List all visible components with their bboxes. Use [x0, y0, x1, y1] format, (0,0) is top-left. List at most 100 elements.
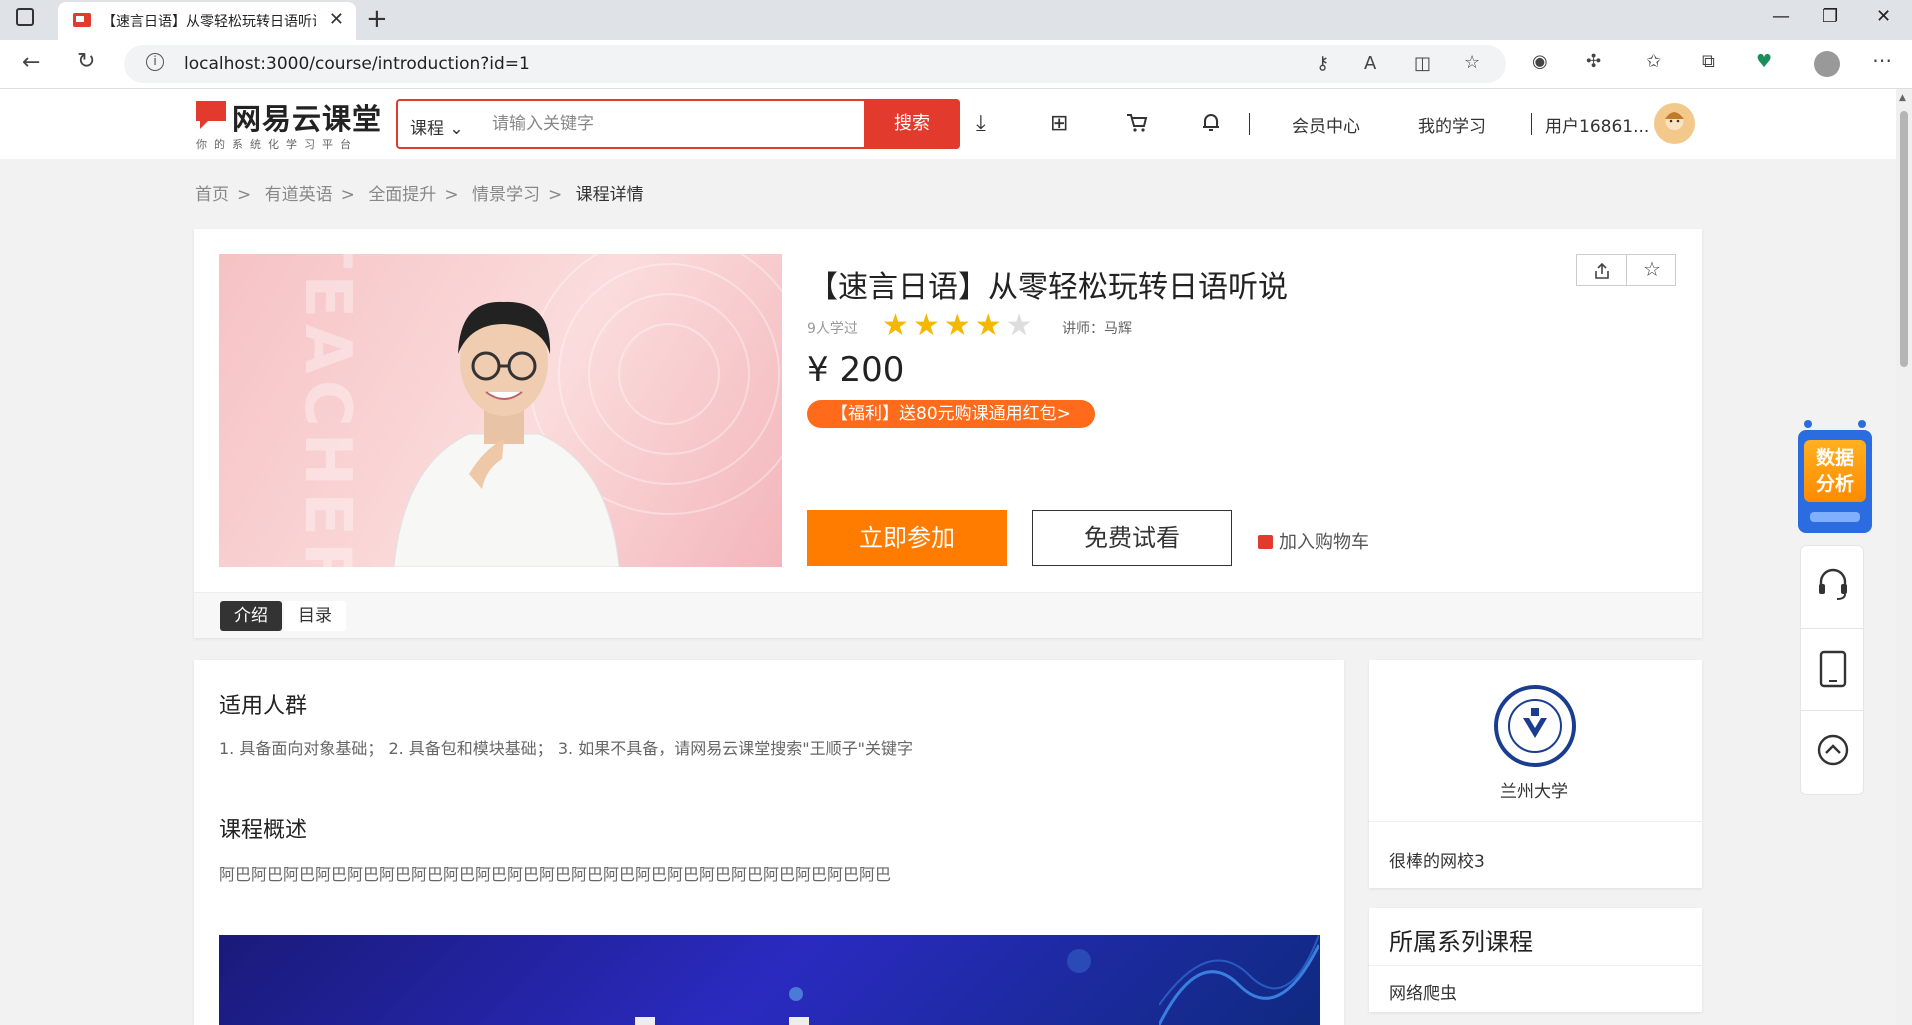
- back-to-top-icon[interactable]: [1817, 734, 1849, 766]
- overview-text: 阿巴阿巴阿巴阿巴阿巴阿巴阿巴阿巴阿巴阿巴阿巴阿巴阿巴阿巴阿巴阿巴阿巴阿巴阿巴阿巴…: [219, 865, 892, 884]
- tab-actions-icon[interactable]: [16, 8, 34, 26]
- split-screen-icon[interactable]: ◫: [1414, 53, 1431, 74]
- username-link[interactable]: 用户16861...: [1545, 112, 1649, 137]
- course-banner-image: [219, 935, 1320, 1025]
- divider: [1801, 710, 1863, 711]
- breadcrumb: 首页 > 有道英语 > 全面提升 > 情景学习 > 课程详情: [195, 180, 652, 205]
- teacher-portrait: [393, 301, 620, 567]
- search-box: 课程 ⌄ 搜索: [396, 99, 960, 149]
- cover-watermark: TEACHER: [290, 254, 365, 567]
- free-trial-button[interactable]: 免费试看: [1032, 510, 1232, 566]
- back-icon[interactable]: ←: [22, 50, 40, 75]
- read-aloud-icon[interactable]: A: [1364, 53, 1376, 74]
- rating-stars: ★★★★★: [882, 308, 1037, 343]
- tab-catalog[interactable]: 目录: [284, 601, 346, 631]
- add-to-cart-button[interactable]: 加入购物车: [1258, 528, 1369, 554]
- learned-count: 9人学过: [807, 321, 858, 337]
- star-icon: ★: [974, 308, 1006, 343]
- course-price: ¥ 200: [807, 350, 905, 390]
- antenna-decor: [1804, 420, 1812, 428]
- heartbeat-icon[interactable]: ♥: [1756, 51, 1772, 72]
- search-button[interactable]: 搜索: [864, 99, 960, 149]
- search-input[interactable]: [492, 110, 852, 138]
- address-bar[interactable]: i localhost:3000/course/introduction?id=…: [124, 45, 1506, 83]
- site-logo[interactable]: 网易云课堂: [232, 96, 382, 138]
- extension-icon[interactable]: ◉: [1532, 51, 1548, 72]
- browser-tab-strip: 【速言日语】从零轻松玩转日语听说 ✕ + — ❐ ✕: [0, 0, 1912, 40]
- breadcrumb-separator: >: [237, 185, 252, 205]
- breadcrumb-item[interactable]: 情景学习: [472, 185, 540, 205]
- data-analysis-widget[interactable]: 数据分析: [1798, 420, 1872, 533]
- breadcrumb-item[interactable]: 首页: [195, 185, 229, 205]
- breadcrumb-current: 课程详情: [575, 185, 644, 205]
- course-cover-image[interactable]: TEACHER: [219, 254, 782, 567]
- favorites-icon[interactable]: ✩: [1646, 51, 1661, 72]
- scrollbar-thumb[interactable]: [1900, 111, 1908, 367]
- overview-heading: 课程概述: [219, 818, 308, 843]
- university-emblem-icon[interactable]: [1493, 684, 1577, 768]
- cart-icon[interactable]: [1126, 113, 1148, 133]
- promo-badge[interactable]: 【福利】送80元购课通用红包>: [807, 400, 1095, 428]
- star-icon: ★: [882, 308, 913, 343]
- data-analysis-label: 数据分析: [1815, 447, 1854, 495]
- gift-icon[interactable]: ⊞: [1050, 111, 1068, 136]
- site-header: 网易云课堂 你的系统化学习平台 课程 ⌄ 搜索 ⤓ ⊞ 会员中心 我的学习 用户…: [0, 89, 1896, 159]
- series-heading: 所属系列课程: [1389, 928, 1533, 956]
- close-tab-icon[interactable]: ✕: [329, 9, 344, 30]
- breadcrumb-item[interactable]: 全面提升: [368, 185, 436, 205]
- minimize-icon[interactable]: —: [1772, 6, 1790, 27]
- key-icon[interactable]: ⚷: [1316, 53, 1329, 74]
- breadcrumb-separator: >: [444, 185, 459, 205]
- new-tab-icon[interactable]: +: [366, 4, 388, 34]
- antenna-decor: [1858, 420, 1866, 428]
- header-divider: [1531, 113, 1532, 135]
- join-course-button[interactable]: 立即参加: [807, 510, 1007, 566]
- scroll-up-arrow-icon[interactable]: ▲: [1899, 93, 1906, 103]
- favorite-star-icon[interactable]: ☆: [1464, 52, 1480, 73]
- series-item-link[interactable]: 网络爬虫: [1389, 979, 1457, 1004]
- banner-dot: [1067, 949, 1091, 973]
- page-scrollbar[interactable]: ▲: [1896, 89, 1912, 1025]
- audience-text: 1. 具备面向对象基础； 2. 具备包和模块基础； 3. 如果不具备，请网易云课…: [219, 739, 913, 758]
- extensions-puzzle-icon[interactable]: ✣: [1586, 51, 1601, 72]
- header-divider: [1249, 113, 1250, 135]
- banner-wave: [1159, 935, 1319, 1025]
- star-empty-icon: ★: [1005, 308, 1037, 343]
- widget-frame: 数据分析: [1798, 430, 1872, 533]
- more-menu-icon[interactable]: ⋯: [1872, 48, 1892, 72]
- floating-toolbar: [1800, 545, 1864, 795]
- course-tabs: 介绍 目录: [194, 592, 1702, 638]
- refresh-icon[interactable]: ↻: [77, 49, 95, 74]
- tab-intro[interactable]: 介绍: [220, 601, 282, 631]
- restore-icon[interactable]: ❐: [1822, 6, 1838, 27]
- audience-heading: 适用人群: [219, 694, 308, 719]
- vip-center-link[interactable]: 会员中心: [1292, 112, 1360, 137]
- school-name[interactable]: 兰州大学: [1500, 777, 1568, 802]
- site-info-icon[interactable]: i: [146, 53, 164, 71]
- shopping-bag-icon: [1258, 535, 1273, 549]
- download-icon[interactable]: ⤓: [976, 111, 986, 136]
- window-close-icon[interactable]: ✕: [1876, 6, 1891, 27]
- breadcrumb-separator: >: [340, 185, 355, 205]
- search-category-select[interactable]: 课程 ⌄: [410, 114, 464, 139]
- course-title: 【速言日语】从零轻松玩转日语听说: [808, 270, 1288, 305]
- browser-toolbar: ← ↻ i localhost:3000/course/introduction…: [0, 40, 1912, 89]
- teacher-name: 讲师：马辉: [1062, 321, 1132, 337]
- banner-glyph: [789, 1017, 809, 1025]
- data-analysis-label-box: 数据分析: [1804, 440, 1866, 502]
- user-avatar[interactable]: [1654, 103, 1695, 144]
- banner-glyph: [635, 1017, 655, 1025]
- tablet-app-icon[interactable]: [1819, 650, 1847, 688]
- share-icon[interactable]: [1593, 262, 1611, 280]
- my-learning-link[interactable]: 我的学习: [1418, 112, 1486, 137]
- headset-icon[interactable]: [1817, 566, 1849, 602]
- collections-icon[interactable]: ⧉: [1702, 51, 1715, 72]
- tab-title: 【速言日语】从零轻松玩转日语听说: [102, 14, 316, 30]
- breadcrumb-item[interactable]: 有道英语: [265, 185, 333, 205]
- profile-avatar-icon[interactable]: [1814, 51, 1840, 77]
- collect-star-icon[interactable]: ☆: [1643, 257, 1661, 281]
- school-description: 很棒的网校3: [1389, 852, 1485, 872]
- add-to-cart-label: 加入购物车: [1279, 532, 1369, 553]
- bell-icon[interactable]: [1200, 111, 1222, 133]
- browser-tab-active[interactable]: 【速言日语】从零轻松玩转日语听说 ✕: [58, 2, 356, 40]
